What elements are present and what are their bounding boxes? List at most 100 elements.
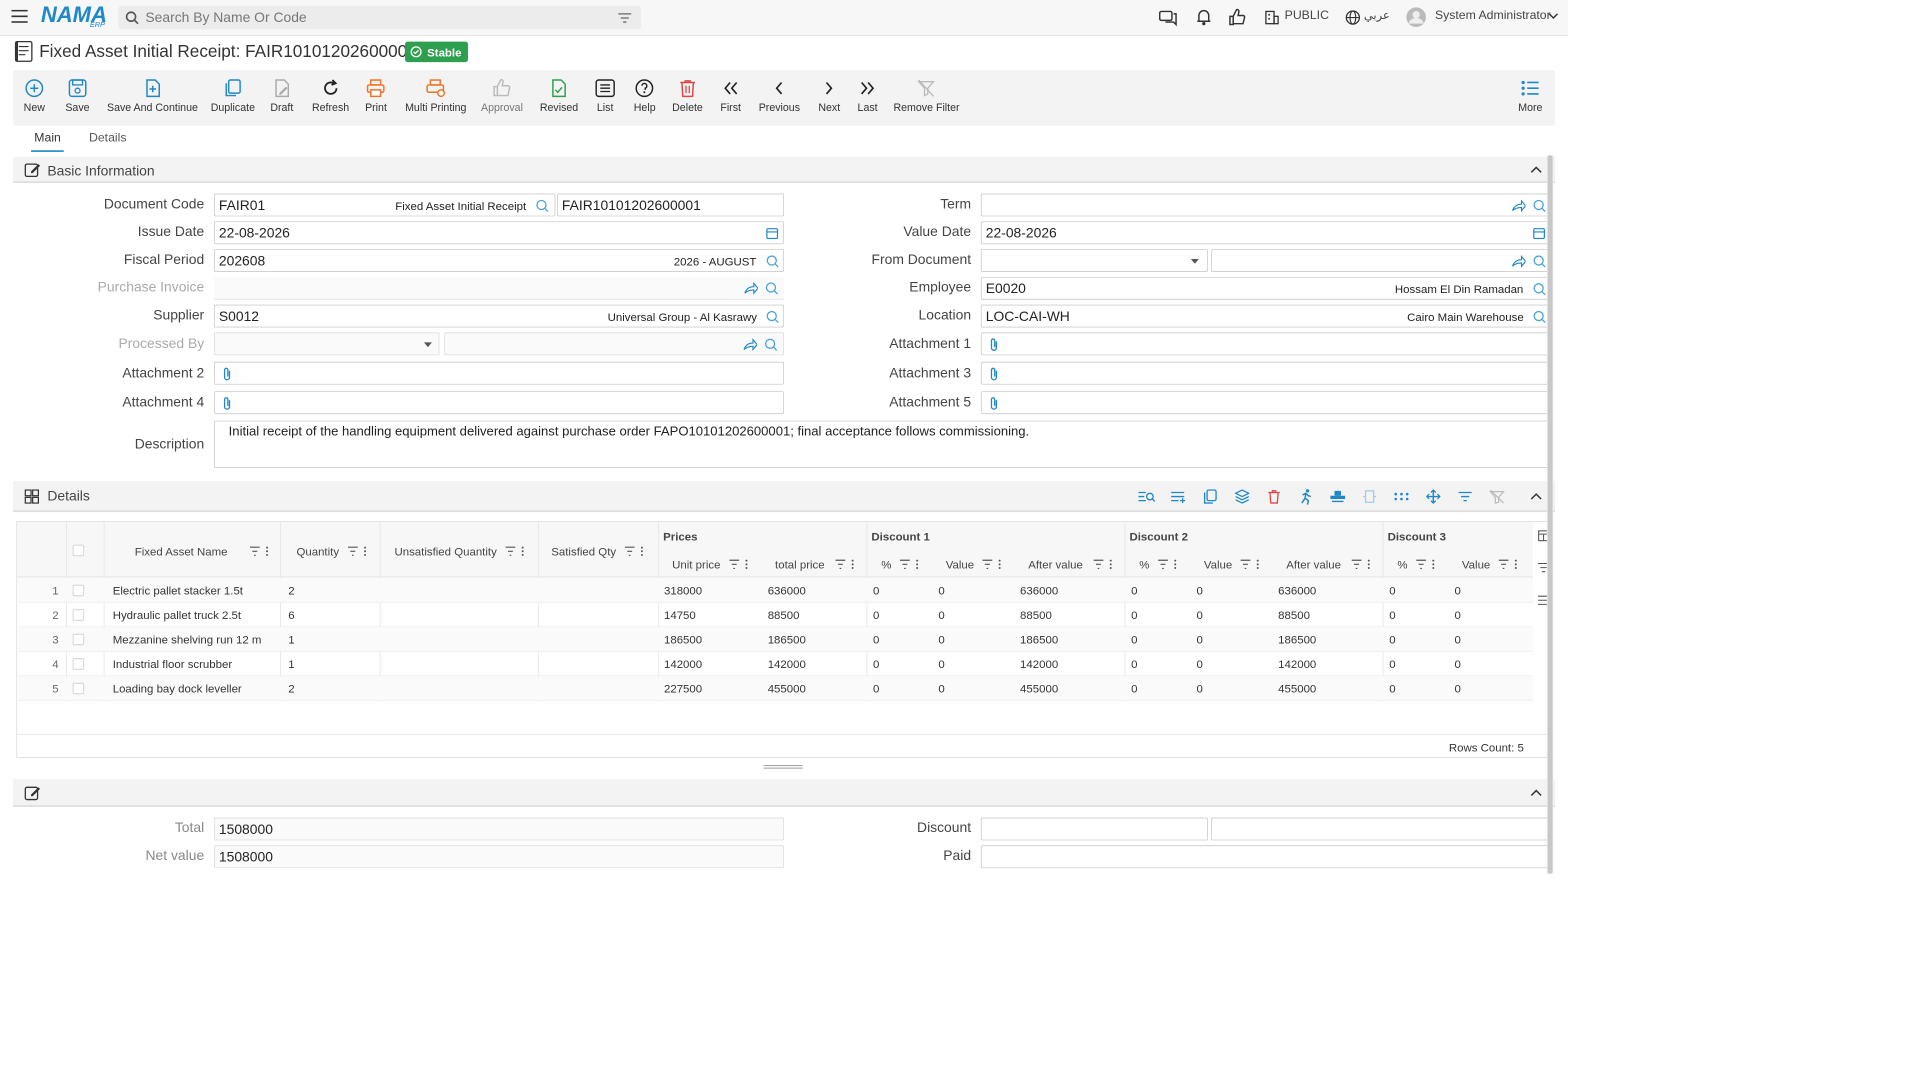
multi-printing-button[interactable]: Multi Printing — [405, 77, 466, 114]
save-and-continue-button[interactable]: Save And Continue — [107, 77, 198, 114]
select-all-checkbox[interactable] — [72, 544, 85, 557]
scope-label[interactable]: PUBLIC — [1285, 8, 1329, 22]
column-filter-icon[interactable] — [1158, 559, 1178, 569]
purchase-invoice-field[interactable] — [213, 276, 785, 300]
col-quantity[interactable]: Quantity — [296, 545, 339, 558]
tab-main[interactable]: Main — [34, 131, 61, 145]
approval-button[interactable]: Approval — [481, 77, 523, 114]
copy-row-icon[interactable] — [1194, 486, 1226, 507]
chevron-down-icon[interactable] — [1548, 13, 1558, 20]
expand-width-icon[interactable] — [1353, 486, 1385, 507]
print-button[interactable]: Print — [365, 77, 387, 114]
from-document-field[interactable] — [1211, 249, 1551, 272]
employee-field[interactable]: E0020 Hossam El Din Ramadan — [980, 276, 1551, 300]
last-button[interactable]: Last — [858, 77, 878, 114]
search-input[interactable]: Search By Name Or Code — [118, 5, 642, 30]
processed-by-name-field[interactable] — [444, 332, 785, 356]
row-checkbox[interactable] — [72, 584, 85, 597]
column-filter-icon[interactable] — [1498, 559, 1519, 569]
processed-by-select[interactable] — [213, 332, 440, 356]
supplier-field[interactable]: S0012 Universal Group - Al Kasrawy — [213, 304, 785, 328]
row-checkbox[interactable] — [72, 682, 85, 695]
search-row-icon[interactable] — [1130, 486, 1162, 507]
table-row[interactable]: 4 Industrial floor scrubber 1 142000 142… — [17, 652, 1533, 677]
bell-icon[interactable] — [1195, 8, 1213, 26]
value-date-field[interactable]: 22-08-2026 — [980, 221, 1551, 245]
table-row[interactable]: 2 Hydraulic pallet truck 2.5t 6 14750 88… — [17, 603, 1533, 628]
layers-icon[interactable] — [1226, 486, 1258, 507]
table-row[interactable]: 1 Electric pallet stacker 1.5t 2 318000 … — [17, 578, 1533, 603]
paid-field[interactable] — [980, 845, 1551, 869]
more-button[interactable]: More — [1518, 77, 1542, 114]
col-d3-value[interactable]: Value — [1462, 558, 1490, 571]
collapse-icon[interactable] — [1530, 789, 1542, 796]
globe-icon[interactable] — [1345, 10, 1361, 26]
document-code-field[interactable]: FAIR01 Fixed Asset Initial Receipt — [213, 193, 556, 217]
column-filter-icon[interactable] — [1416, 559, 1436, 569]
remove-filter-icon[interactable] — [1481, 486, 1513, 507]
help-button[interactable]: Help — [634, 77, 656, 114]
column-filter-icon[interactable] — [1351, 559, 1372, 569]
next-button[interactable]: Next — [818, 77, 840, 114]
location-field[interactable]: LOC-CAI-WH Cairo Main Warehouse — [980, 304, 1551, 328]
col-d1-percent[interactable]: % — [881, 558, 891, 571]
col-unsatisfied-quantity[interactable]: Unsatisfied Quantity — [394, 545, 496, 558]
details-header[interactable]: Details — [13, 481, 1555, 513]
add-row-icon[interactable] — [1162, 486, 1194, 507]
table-row[interactable]: 5 Loading bay dock leveller 2 227500 455… — [17, 676, 1533, 701]
attachment-3-field[interactable] — [980, 361, 1551, 385]
col-satisfied-qty[interactable]: Satisfied Qty — [551, 545, 616, 558]
row-checkbox[interactable] — [72, 609, 85, 621]
new-button[interactable]: New — [24, 77, 45, 114]
column-filter-icon[interactable] — [249, 546, 270, 556]
column-filter-icon[interactable] — [624, 546, 645, 556]
first-button[interactable]: First — [720, 77, 741, 114]
term-field[interactable] — [980, 193, 1551, 217]
description-field[interactable]: Initial receipt of the handling equipmen… — [213, 420, 1551, 468]
discount-value-field[interactable] — [1211, 817, 1551, 841]
menu-icon[interactable] — [11, 9, 28, 23]
col-d2-value[interactable]: Value — [1204, 558, 1232, 571]
discount-percent-field[interactable] — [980, 817, 1208, 841]
previous-button[interactable]: Previous — [759, 77, 800, 114]
nama-logo[interactable]: NAMA ERP — [41, 2, 110, 31]
col-d2-percent[interactable]: % — [1139, 558, 1149, 571]
document-number-field[interactable]: FAIR10101202600001 — [556, 193, 785, 217]
user-name[interactable]: System Administrator — [1435, 8, 1551, 22]
column-filter-icon[interactable] — [835, 559, 855, 569]
stamp-icon[interactable] — [1321, 486, 1353, 507]
col-d3-percent[interactable]: % — [1397, 558, 1407, 571]
col-d2-after-value[interactable]: After value — [1286, 558, 1341, 571]
tab-details[interactable]: Details — [89, 131, 126, 145]
filter-icon[interactable] — [1449, 486, 1481, 507]
delete-row-icon[interactable] — [1258, 486, 1290, 507]
table-row[interactable]: 3 Mezzanine shelving run 12 m 1 186500 1… — [17, 627, 1533, 652]
revised-button[interactable]: Revised — [540, 77, 578, 114]
column-filter-icon[interactable] — [505, 546, 526, 556]
from-document-select[interactable] — [980, 249, 1208, 272]
scrollbar-track[interactable] — [1546, 155, 1554, 874]
col-d1-after-value[interactable]: After value — [1028, 558, 1083, 571]
col-fixed-asset-name[interactable]: Fixed Asset Name — [135, 545, 228, 558]
totals-header[interactable] — [13, 779, 1555, 807]
column-filter-icon[interactable] — [1093, 559, 1114, 569]
column-filter-icon[interactable] — [900, 559, 920, 569]
chat-icon[interactable] — [1158, 9, 1179, 27]
basic-info-header[interactable]: Basic Information — [13, 156, 1555, 183]
avatar[interactable] — [1406, 7, 1426, 27]
col-d1-value[interactable]: Value — [946, 558, 974, 571]
save-button[interactable]: Save — [65, 77, 90, 114]
thumbs-up-icon[interactable] — [1228, 8, 1246, 26]
move-icon[interactable] — [1417, 486, 1449, 507]
column-filter-icon[interactable] — [347, 546, 368, 556]
list-button[interactable]: List — [595, 77, 615, 114]
column-filter-icon[interactable] — [982, 559, 1002, 569]
column-filter-icon[interactable] — [729, 559, 749, 569]
attachment-4-field[interactable] — [213, 391, 785, 415]
collapse-icon[interactable] — [1530, 492, 1542, 500]
fiscal-period-field[interactable]: 202608 2026 - AUGUST — [213, 249, 785, 272]
col-total-price[interactable]: total price — [775, 558, 825, 571]
col-unit-price[interactable]: Unit price — [672, 558, 720, 571]
attachment-5-field[interactable] — [980, 391, 1551, 415]
delete-button[interactable]: Delete — [672, 77, 703, 114]
